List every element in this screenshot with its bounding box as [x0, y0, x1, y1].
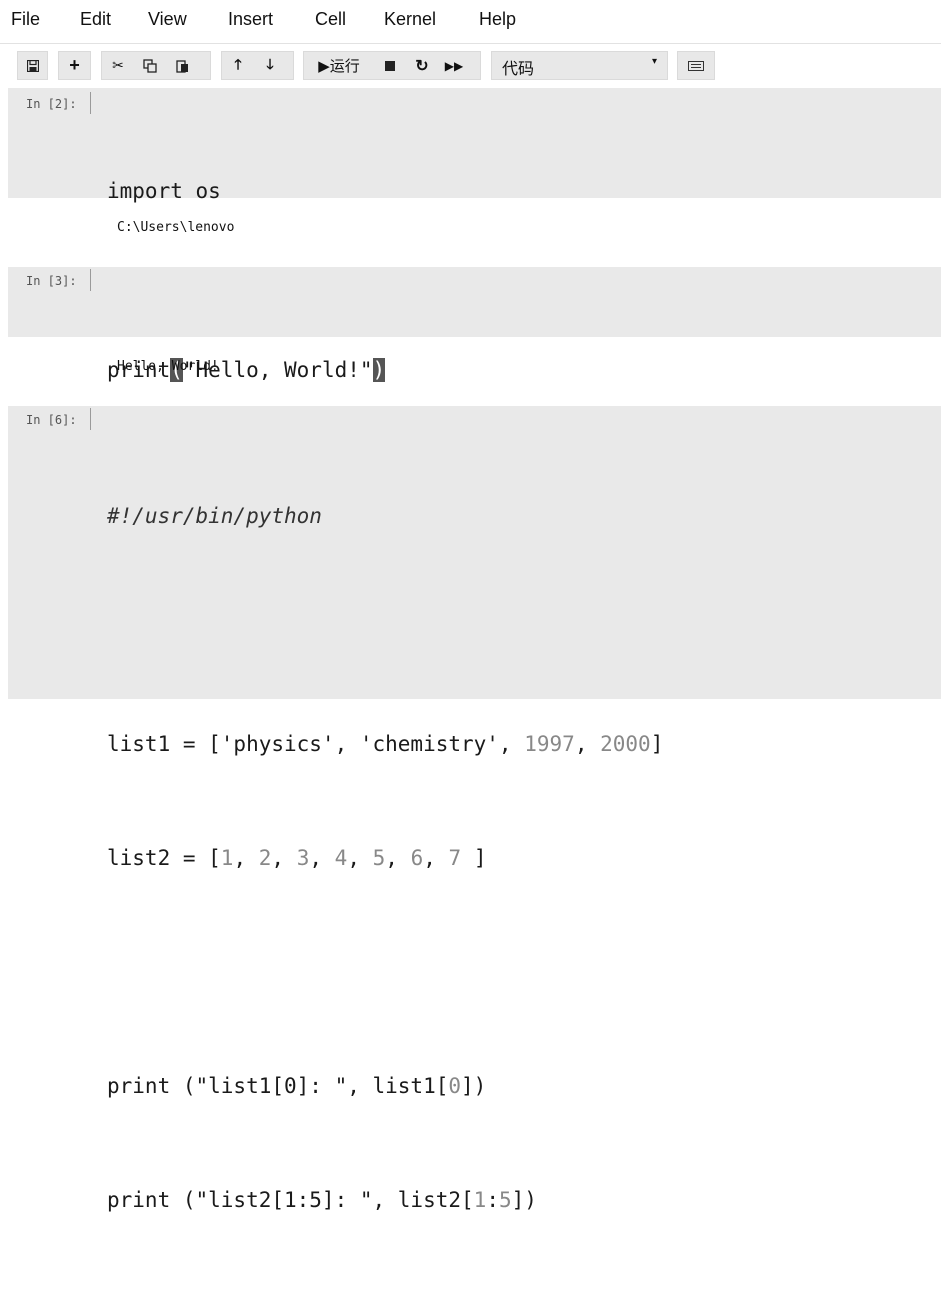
arrow-down-icon: 🡓	[266, 55, 274, 72]
code-editor[interactable]: #!/usr/bin/python list1 = ['physics', 'c…	[107, 421, 663, 1295]
plus-icon: +	[69, 55, 80, 75]
cell-output: C:\Users\lenovo	[117, 220, 235, 235]
input-prompt: In [3]:	[26, 274, 77, 288]
copy-icon	[143, 58, 157, 73]
cell-type-value: 代码	[502, 59, 535, 78]
copy-button[interactable]	[134, 52, 166, 79]
run-button-group: ▶运行 ↻ ▶▶	[303, 51, 481, 80]
menu-cell[interactable]: Cell	[315, 9, 346, 30]
menu-view[interactable]: View	[148, 9, 187, 30]
prompt-divider	[90, 269, 91, 291]
command-palette-button[interactable]	[677, 51, 715, 80]
move-button-group: 🡑 🡓	[221, 51, 294, 80]
code-line: list2 = [1, 2, 3, 4, 5, 6, 7 ]	[107, 846, 487, 870]
menu-help[interactable]: Help	[479, 9, 516, 30]
paste-button[interactable]	[166, 52, 198, 79]
paste-icon	[175, 59, 188, 73]
input-prompt: In [6]:	[26, 413, 77, 427]
interrupt-button[interactable]	[374, 52, 406, 79]
prompt-divider	[90, 408, 91, 430]
code-line: import os	[107, 179, 221, 203]
code-cell-input[interactable]: In [6]: #!/usr/bin/python list1 = ['phys…	[8, 406, 941, 1212]
cell-output: Hello, World!	[117, 359, 219, 374]
bracket-highlight: )	[372, 358, 386, 382]
menu-file[interactable]: File	[11, 9, 40, 30]
fast-forward-icon: ▶▶	[444, 58, 464, 73]
floppy-disk-icon	[26, 59, 39, 72]
run-button[interactable]: ▶运行	[304, 52, 374, 79]
menu-divider	[0, 43, 941, 44]
restart-button[interactable]: ↻	[406, 52, 438, 79]
scissors-icon: ✂	[112, 57, 124, 73]
prompt-divider	[90, 92, 91, 114]
menu-insert[interactable]: Insert	[228, 9, 273, 30]
stop-icon	[385, 60, 395, 71]
code-cell-input[interactable]: In [2]: import os print(os.path.abspath(…	[8, 88, 941, 308]
arrow-up-icon: 🡑	[234, 55, 242, 72]
code-line: print ("list2[1:5]: ", list2[1:5])	[107, 1188, 537, 1212]
code-cell-input[interactable]: In [3]: print("Hello, World!")	[8, 267, 941, 382]
code-line: print ("list1[0]: ", list1[0])	[107, 1074, 487, 1098]
menu-kernel[interactable]: Kernel	[384, 9, 436, 30]
move-down-button[interactable]: 🡓	[254, 52, 286, 79]
code-line: list1 = ['physics', 'chemistry', 1997, 2…	[107, 732, 664, 756]
menu-bar: File Edit View Insert Cell Kernel Help	[0, 0, 941, 42]
insert-cell-button[interactable]: +	[58, 51, 91, 80]
menu-edit[interactable]: Edit	[80, 9, 111, 30]
restart-icon: ↻	[415, 57, 429, 75]
toolbar: + ✂ 🡑 🡓 ▶运行 ↻ ▶▶ 代码 ▾	[0, 47, 941, 85]
keyboard-icon	[688, 60, 704, 71]
run-all-button[interactable]: ▶▶	[438, 52, 470, 79]
cut-button[interactable]: ✂	[102, 52, 134, 79]
save-button[interactable]	[17, 51, 48, 80]
code-line: #!/usr/bin/python	[107, 504, 322, 528]
run-label: ▶运行	[318, 57, 360, 75]
edit-button-group: ✂	[101, 51, 211, 80]
caret-down-icon: ▾	[651, 56, 657, 67]
cell-type-select[interactable]: 代码 ▾	[491, 51, 668, 80]
move-up-button[interactable]: 🡑	[222, 52, 254, 79]
input-prompt: In [2]:	[26, 97, 77, 111]
